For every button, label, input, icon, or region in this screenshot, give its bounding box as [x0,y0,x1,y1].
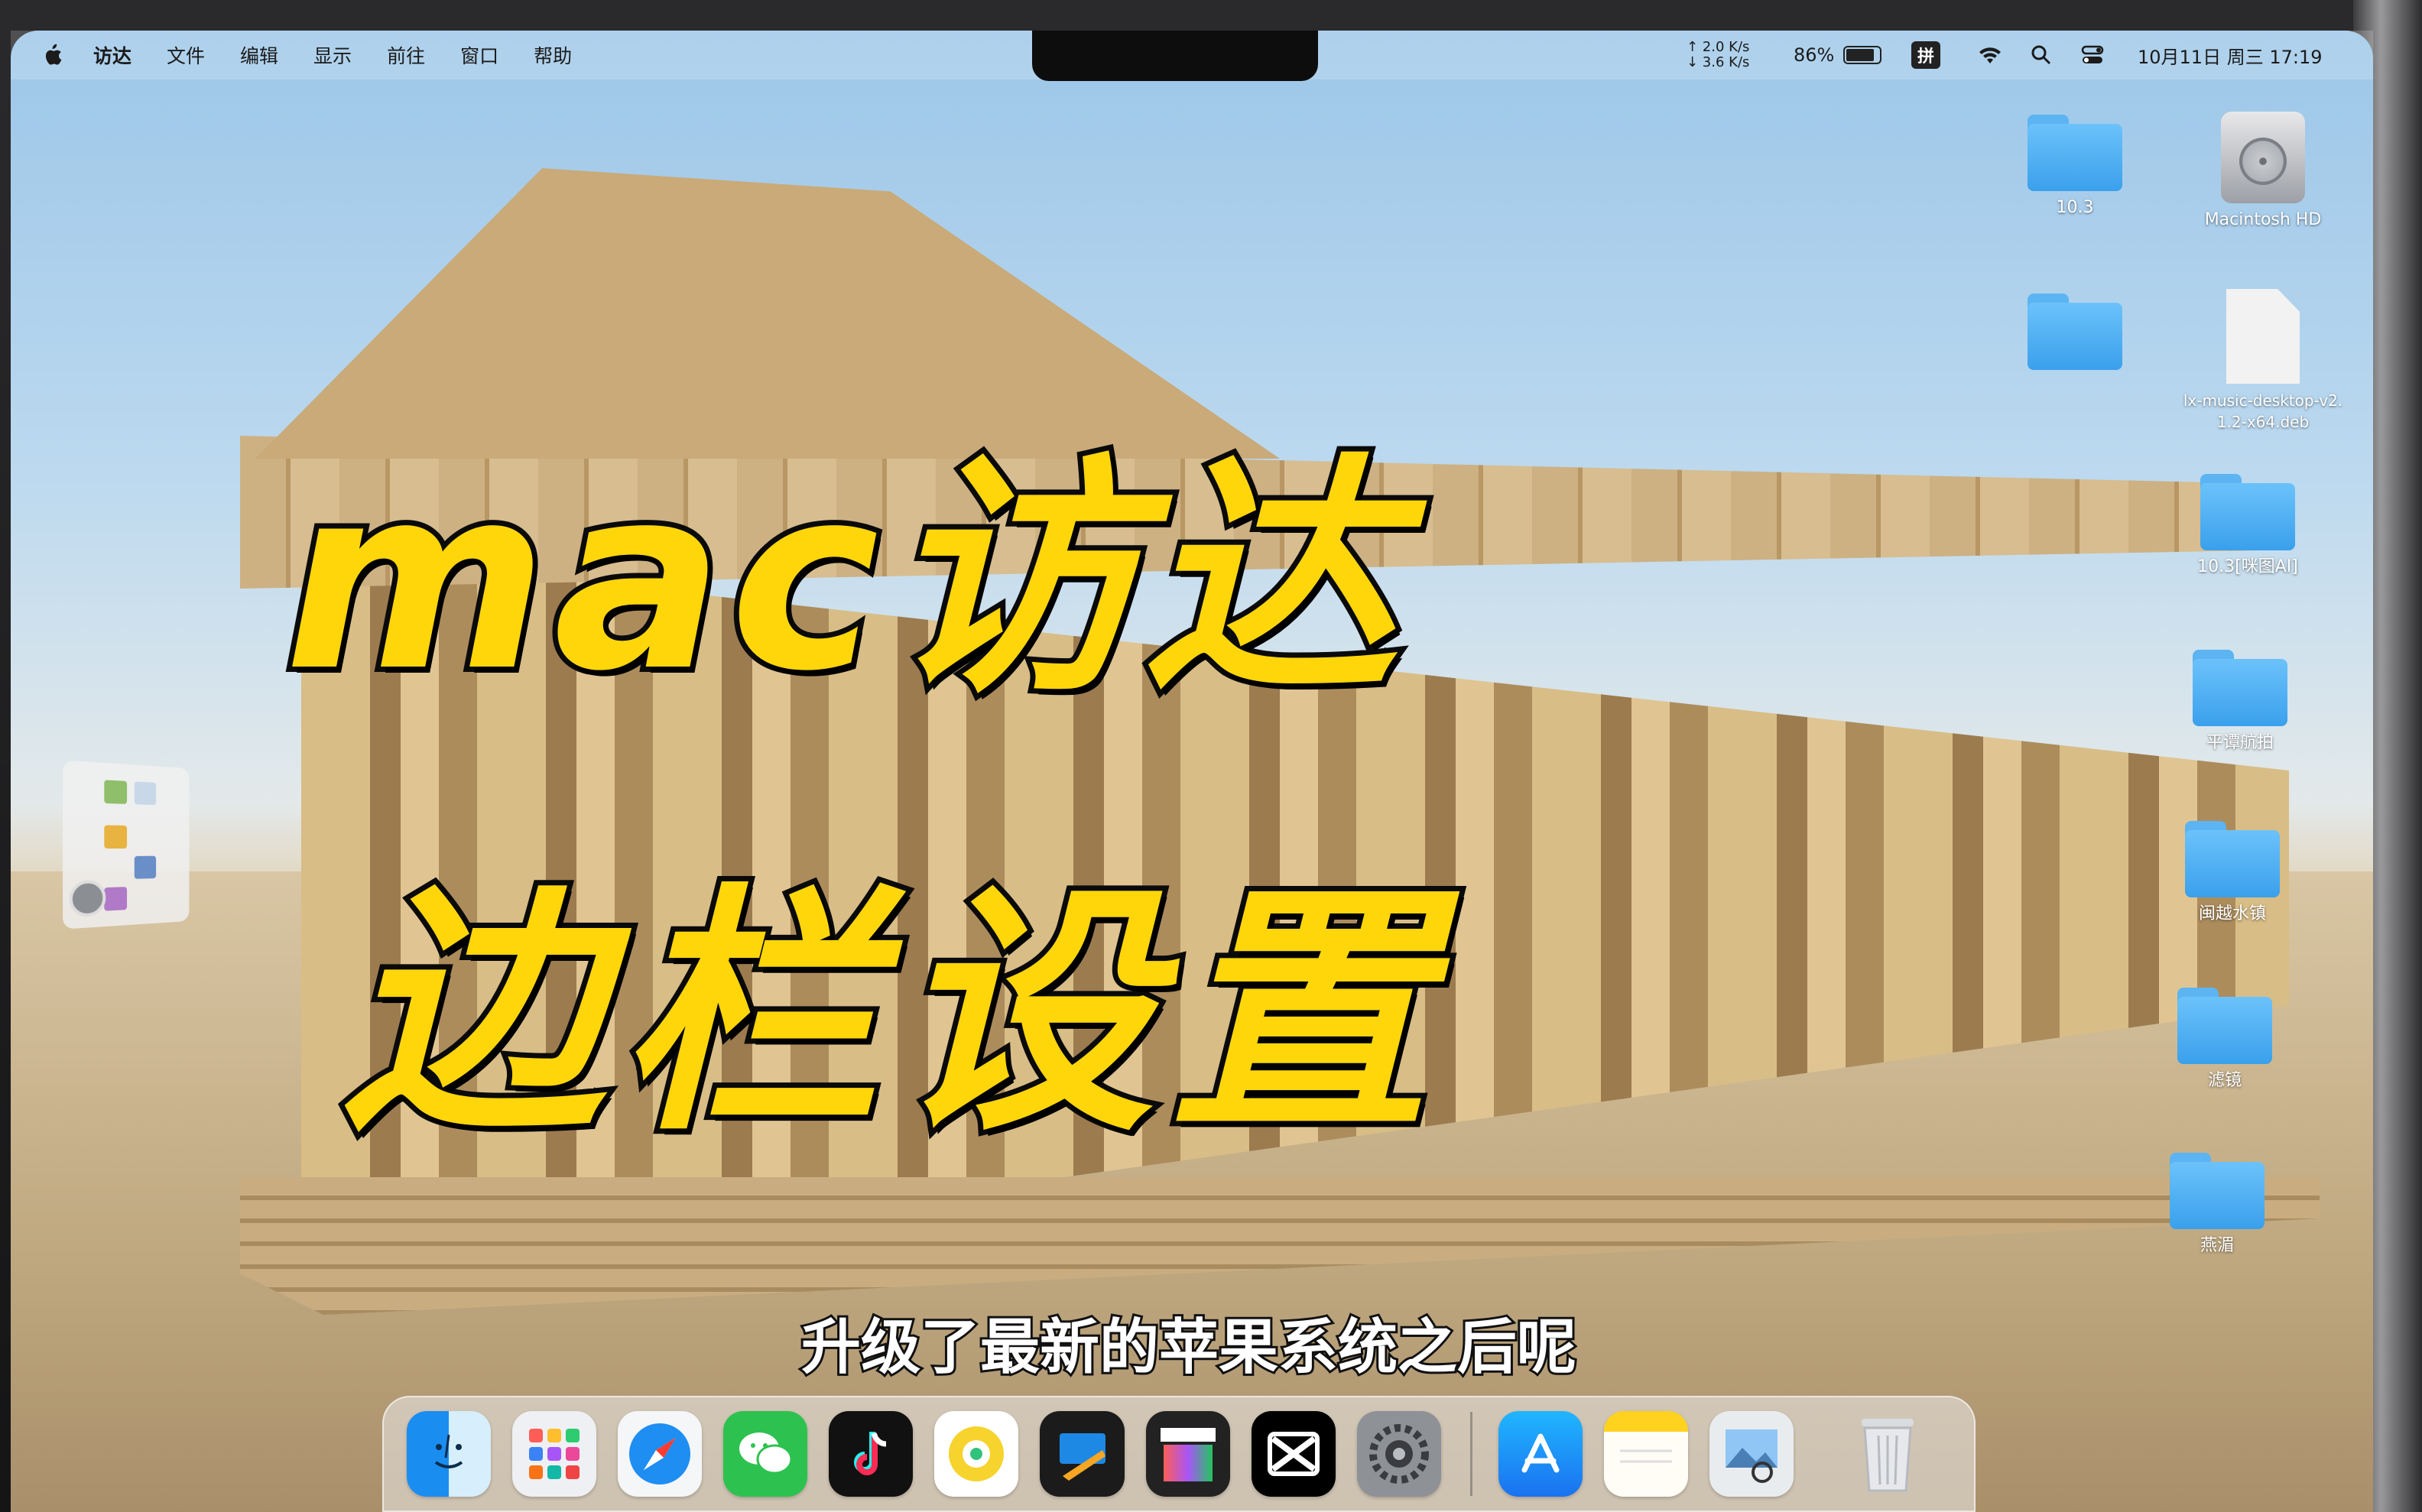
stage-manager-thumbnail[interactable] [63,760,190,930]
desktop-item-label: 滤镜 [2207,1071,2242,1090]
apple-logo-icon[interactable] [41,42,64,68]
thumb-tile [104,825,128,849]
menu-file[interactable]: 文件 [167,41,205,69]
capcut-icon[interactable] [1251,1411,1336,1497]
qq-music-icon[interactable] [934,1411,1019,1497]
dock [382,1396,1976,1512]
menu-finder[interactable]: 访达 [93,41,131,69]
wifi-icon[interactable] [1977,31,2003,79]
menu-help[interactable]: 帮助 [534,41,572,69]
menu-go[interactable]: 前往 [387,41,425,69]
dock-divider [1469,1412,1472,1496]
document-icon [2226,289,2300,384]
thumb-tile [104,887,128,911]
folder-icon [2028,115,2122,191]
thumb-tile [104,780,128,804]
menu-window[interactable]: 窗口 [460,41,498,69]
menu-view[interactable]: 显示 [313,41,352,69]
folder-icon [2200,474,2295,550]
net-download: ↓ 3.6 K/s [1687,54,1750,70]
desktop-item-label: 燕湄 [2200,1236,2234,1255]
launchpad-icon[interactable] [512,1411,597,1497]
battery-status[interactable]: 86% [1794,31,1882,79]
desktop-item-label: 闽越水镇 [2198,904,2266,923]
douyin-icon[interactable] [829,1411,914,1497]
battery-icon [1843,46,1882,64]
video-subtitle: 升级了最新的苹果系统之后呢 [799,1311,1579,1384]
trash-icon[interactable] [1846,1411,1930,1497]
desktop-item-label: 平谭航拍 [2206,733,2274,752]
wechat-icon[interactable] [723,1411,808,1497]
settings-gear-icon [69,879,106,918]
input-method[interactable]: 拼 [1911,31,1941,79]
folder-icon [2170,1153,2265,1229]
camera-notch [1032,31,1318,81]
spotlight-search-icon[interactable] [2031,31,2052,79]
keynote-icon[interactable] [1040,1411,1125,1497]
net-upload: ↑ 2.0 K/s [1687,39,1750,55]
desktop-disk[interactable]: Macintosh HD [2179,112,2347,231]
folder-icon [2193,650,2287,726]
preview-icon[interactable] [1709,1411,1794,1497]
final-cut-pro-icon[interactable] [1145,1411,1230,1497]
desktop-item-label: Macintosh HD [2204,210,2322,229]
menu-clock[interactable]: 10月11日 周三 17:19 [2138,31,2323,79]
menu-edit[interactable]: 编辑 [240,41,278,69]
thumb-tile [134,781,157,806]
desktop-wallpaper [11,31,2373,1512]
temple-steps [240,1177,2320,1315]
date-time: 10月11日 周三 17:19 [2138,46,2323,68]
desktop-folder[interactable]: 平谭航拍 [2156,650,2324,754]
control-center-icon[interactable] [2081,31,2104,79]
thumb-tile [134,855,157,879]
desktop-folder[interactable]: 闽越水镇 [2148,821,2316,925]
folder-icon [2028,294,2122,370]
desktop-item-label: lx-music-desktop-v2.1.2-x64.deb [2183,391,2343,431]
desktop-item-label: 10.3 [2056,198,2094,217]
desktop-folder[interactable]: 滤镜 [2141,988,2309,1092]
desktop-folder[interactable]: 燕湄 [2133,1153,2301,1257]
desktop-folder[interactable]: 10.3[咪图AI] [2164,474,2332,578]
folder-icon [2177,988,2272,1064]
safari-icon[interactable] [618,1411,703,1497]
hard-disk-icon [2221,112,2305,203]
desktop-folder[interactable]: 10.3 [1991,115,2159,219]
desktop-folder[interactable] [1991,294,2159,370]
finder-icon[interactable] [407,1411,492,1497]
desktop-item-label: 10.3[咪图AI] [2197,557,2298,576]
desktop-file[interactable]: lx-music-desktop-v2.1.2-x64.deb [2179,289,2347,433]
folder-icon [2185,821,2280,897]
input-method-label: 拼 [1911,41,1941,69]
video-title-line-1: mac访达 [279,427,1403,732]
video-title-line-2: 边栏设置 [339,858,1445,1171]
battery-percent: 86% [1794,44,1835,66]
notes-icon[interactable] [1603,1411,1688,1497]
app-store-icon[interactable] [1498,1411,1583,1497]
system-settings-icon[interactable] [1356,1411,1441,1497]
network-speed[interactable]: ↑ 2.0 K/s ↓ 3.6 K/s [1687,31,1749,79]
